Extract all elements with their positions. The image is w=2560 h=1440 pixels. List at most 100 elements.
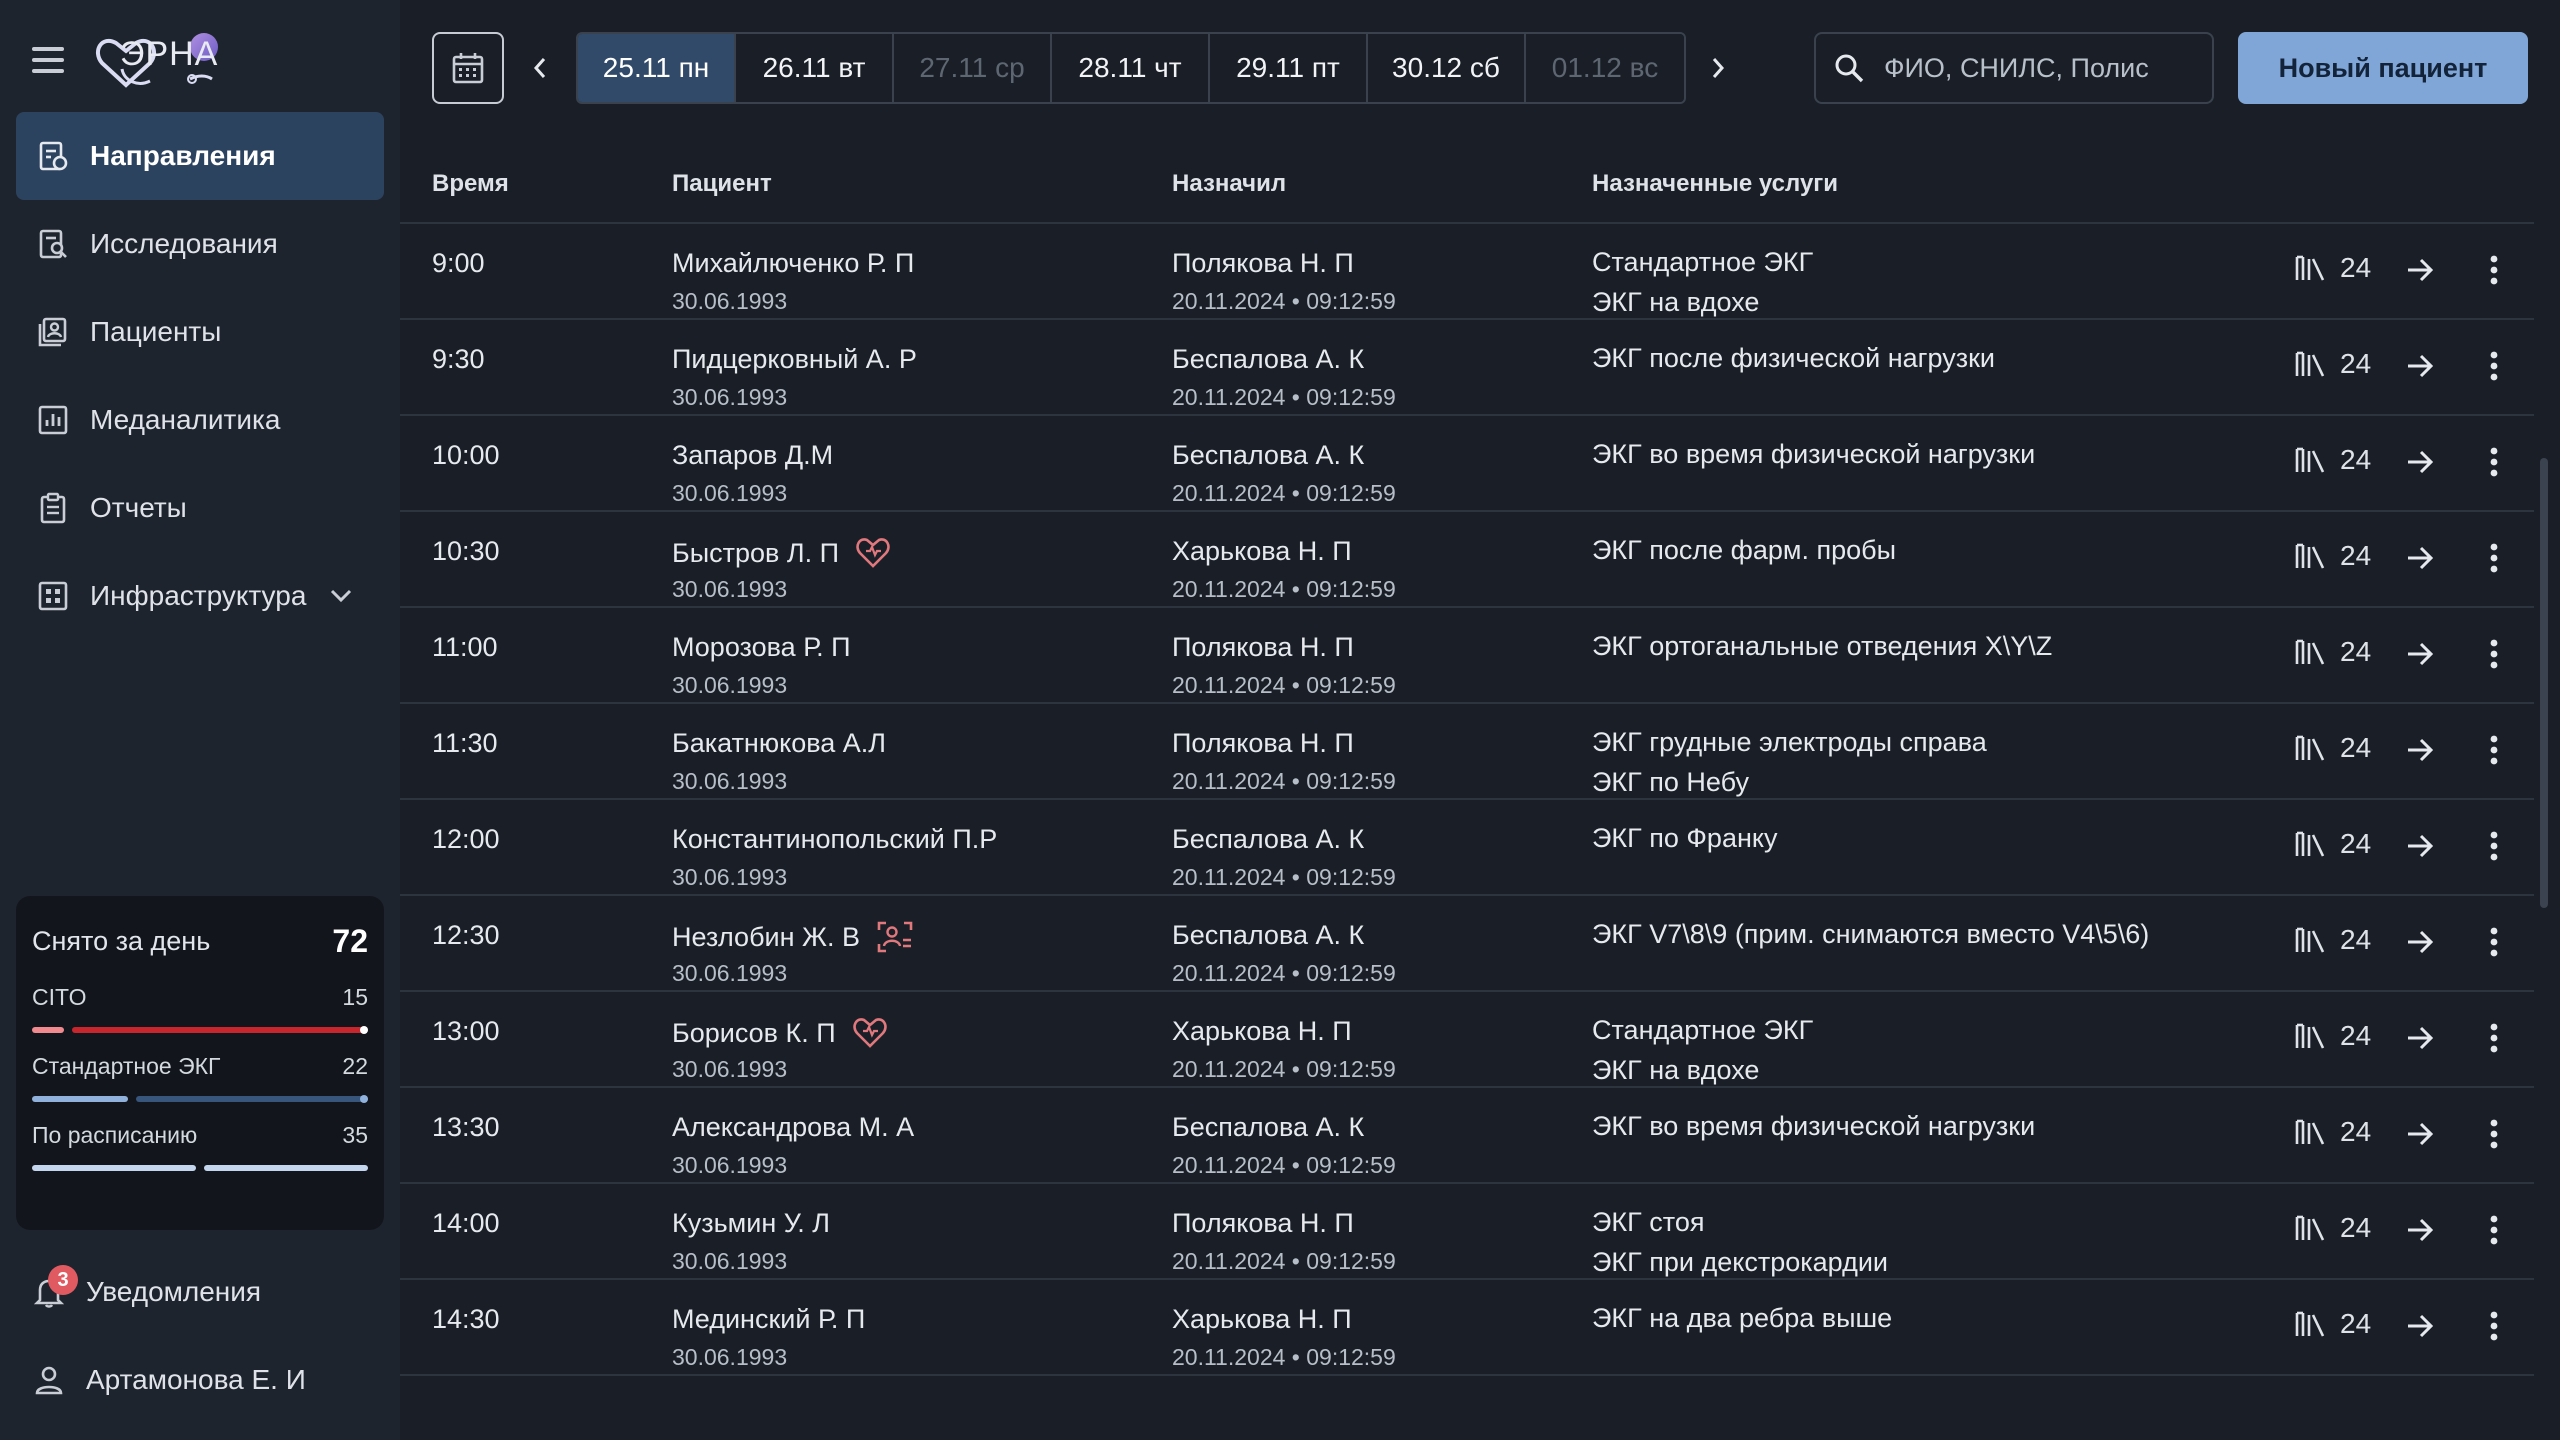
patient-name[interactable]: Незлобин Ж. В: [672, 920, 914, 954]
row-menu-button[interactable]: [2474, 920, 2514, 964]
sidebar-item-analytics[interactable]: Меданалитика: [16, 376, 384, 464]
patient-name[interactable]: Быстров Л. П: [672, 536, 891, 570]
ecg-records-button[interactable]: 24: [2294, 924, 2371, 956]
ecg-records-button[interactable]: 24: [2294, 828, 2371, 860]
sidebar-item-research[interactable]: Исследования: [16, 200, 384, 288]
table-row[interactable]: 13:30 Александрова М. А 30.06.1993 Беспалов…: [400, 1088, 2534, 1184]
open-referral-button[interactable]: [2400, 634, 2440, 674]
new-patient-button[interactable]: Новый пациент: [2238, 32, 2528, 104]
ecg-records-button[interactable]: 24: [2294, 252, 2371, 284]
open-referral-button[interactable]: [2400, 730, 2440, 770]
ecg-records-button[interactable]: 24: [2294, 1116, 2371, 1148]
date-tab[interactable]: 29.11 пт: [1210, 34, 1368, 102]
table-row[interactable]: 12:00 Константинопольский П.Р 30.06.1993 Бе…: [400, 800, 2534, 896]
infrastructure-icon: [36, 579, 70, 613]
column-header-patient[interactable]: Пациент: [672, 170, 772, 198]
ecg-records-icon: [2295, 639, 2325, 665]
patient-name[interactable]: Константинопольский П.Р: [672, 824, 997, 855]
date-tab[interactable]: 27.11 ср: [894, 34, 1052, 102]
row-menu-button[interactable]: [2474, 728, 2514, 772]
assigned-at: 20.11.2024 • 09:12:59: [1172, 1152, 1396, 1178]
date-tab[interactable]: 26.11 вт: [736, 34, 894, 102]
ecg-records-icon: [2295, 1215, 2325, 1241]
row-menu-button[interactable]: [2474, 536, 2514, 580]
ecg-records-button[interactable]: 24: [2294, 1020, 2371, 1052]
menu-icon[interactable]: [32, 41, 70, 79]
open-referral-button[interactable]: [2400, 538, 2440, 578]
open-referral-button[interactable]: [2400, 1018, 2440, 1058]
column-header-time[interactable]: Время: [432, 170, 509, 198]
ecg-records-button[interactable]: 24: [2294, 444, 2371, 476]
open-referral-button[interactable]: [2400, 442, 2440, 482]
patient-name[interactable]: Запаров Д.М: [672, 440, 833, 471]
ecg-records-button[interactable]: 24: [2294, 732, 2371, 764]
ecg-records-button[interactable]: 24: [2294, 636, 2371, 668]
row-menu-button[interactable]: [2474, 1304, 2514, 1348]
patient-name[interactable]: Мединский Р. П: [672, 1304, 865, 1335]
table-row[interactable]: 12:30 Незлобин Ж. В 30.06.1993 Беспалова А.…: [400, 896, 2534, 992]
arrow-right-icon: [2408, 642, 2434, 666]
table-row[interactable]: 11:00 Морозова Р. П 30.06.1993 Полякова Н. …: [400, 608, 2534, 704]
search-input[interactable]: [1882, 51, 2202, 85]
open-referral-button[interactable]: [2400, 1306, 2440, 1346]
next-week-button[interactable]: [1698, 42, 1738, 94]
scrollbar[interactable]: [2540, 458, 2548, 908]
row-menu-button[interactable]: [2474, 1208, 2514, 1252]
ecg-records-button[interactable]: 24: [2294, 348, 2371, 380]
row-menu-button[interactable]: [2474, 1112, 2514, 1156]
patient-name[interactable]: Пидцерковный А. Р: [672, 344, 917, 375]
sidebar-item-referrals[interactable]: Направления: [16, 112, 384, 200]
table-row[interactable]: 9:30 Пидцерковный А. Р 30.06.1993 Беспалова…: [400, 320, 2534, 416]
date-tab[interactable]: 25.11 пн: [578, 34, 736, 102]
column-header-doctor[interactable]: Назначил: [1172, 170, 1286, 198]
notifications-item[interactable]: 3 Уведомления: [32, 1262, 372, 1322]
open-referral-button[interactable]: [2400, 346, 2440, 386]
open-referral-button[interactable]: [2400, 1210, 2440, 1250]
patient-name[interactable]: Михайлюченко Р. П: [672, 248, 914, 279]
table-row[interactable]: 14:30 Мединский Р. П 30.06.1993 Харькова Н.…: [400, 1280, 2534, 1376]
ecg-records-button[interactable]: 24: [2294, 1308, 2371, 1340]
stats-total: 72: [332, 922, 368, 959]
chevron-down-icon[interactable]: [330, 589, 352, 603]
open-referral-button[interactable]: [2400, 1114, 2440, 1154]
row-menu-button[interactable]: [2474, 344, 2514, 388]
date-tab[interactable]: 30.12 сб: [1368, 34, 1526, 102]
row-menu-button[interactable]: [2474, 1016, 2514, 1060]
user-profile-item[interactable]: Артамонова Е. И: [32, 1350, 372, 1410]
row-menu-button[interactable]: [2474, 824, 2514, 868]
row-menu-button[interactable]: [2474, 632, 2514, 676]
table-row[interactable]: 14:00 Кузьмин У. Л 30.06.1993 Полякова Н. П…: [400, 1184, 2534, 1280]
sidebar-item-reports[interactable]: Отчеты: [16, 464, 384, 552]
ecg-records-button[interactable]: 24: [2294, 540, 2371, 572]
open-referral-button[interactable]: [2400, 250, 2440, 290]
prev-week-button[interactable]: [520, 42, 560, 94]
ecg-records-icon: [2295, 927, 2325, 953]
patient-name[interactable]: Бакатнюкова А.Л: [672, 728, 886, 759]
table-row[interactable]: 10:00 Запаров Д.М 30.06.1993 Беспалова А. К…: [400, 416, 2534, 512]
date-tab[interactable]: 28.11 чт: [1052, 34, 1210, 102]
patient-name[interactable]: Морозова Р. П: [672, 632, 851, 663]
row-menu-button[interactable]: [2474, 440, 2514, 484]
patient-name[interactable]: Борисов К. П: [672, 1016, 888, 1050]
assigned-by: Харькова Н. П: [1172, 536, 1352, 566]
date-tab[interactable]: 01.12 вс: [1526, 34, 1684, 102]
assigned-by: Беспалова А. К: [1172, 440, 1365, 470]
row-menu-button[interactable]: [2474, 248, 2514, 292]
ecg-records-button[interactable]: 24: [2294, 1212, 2371, 1244]
calendar-button[interactable]: [432, 32, 504, 104]
open-referral-button[interactable]: [2400, 922, 2440, 962]
column-header-services[interactable]: Назначенные услуги: [1592, 170, 1838, 198]
ecg-records-count: 24: [2340, 1212, 2372, 1243]
patient-name[interactable]: Александрова М. А: [672, 1112, 914, 1143]
sidebar-item-patients[interactable]: Пациенты: [16, 288, 384, 376]
logo[interactable]: ЭРНА: [94, 29, 228, 91]
open-referral-button[interactable]: [2400, 826, 2440, 866]
table-row[interactable]: 9:00 Михайлюченко Р. П 30.06.1993 Полякова …: [400, 224, 2534, 320]
table-row[interactable]: 13:00 Борисов К. П 30.06.1993 Харькова Н. П…: [400, 992, 2534, 1088]
patient-birth-date: 30.06.1993: [672, 1056, 788, 1082]
table-row[interactable]: 10:30 Быстров Л. П 30.06.1993 Харькова Н. П…: [400, 512, 2534, 608]
table-row[interactable]: 11:30 Бакатнюкова А.Л 30.06.1993 Полякова Н…: [400, 704, 2534, 800]
service-item: ЭКГ стоя: [1592, 1207, 1705, 1237]
patient-name[interactable]: Кузьмин У. Л: [672, 1208, 830, 1239]
sidebar-item-infrastructure[interactable]: Инфраструктура: [16, 552, 384, 640]
